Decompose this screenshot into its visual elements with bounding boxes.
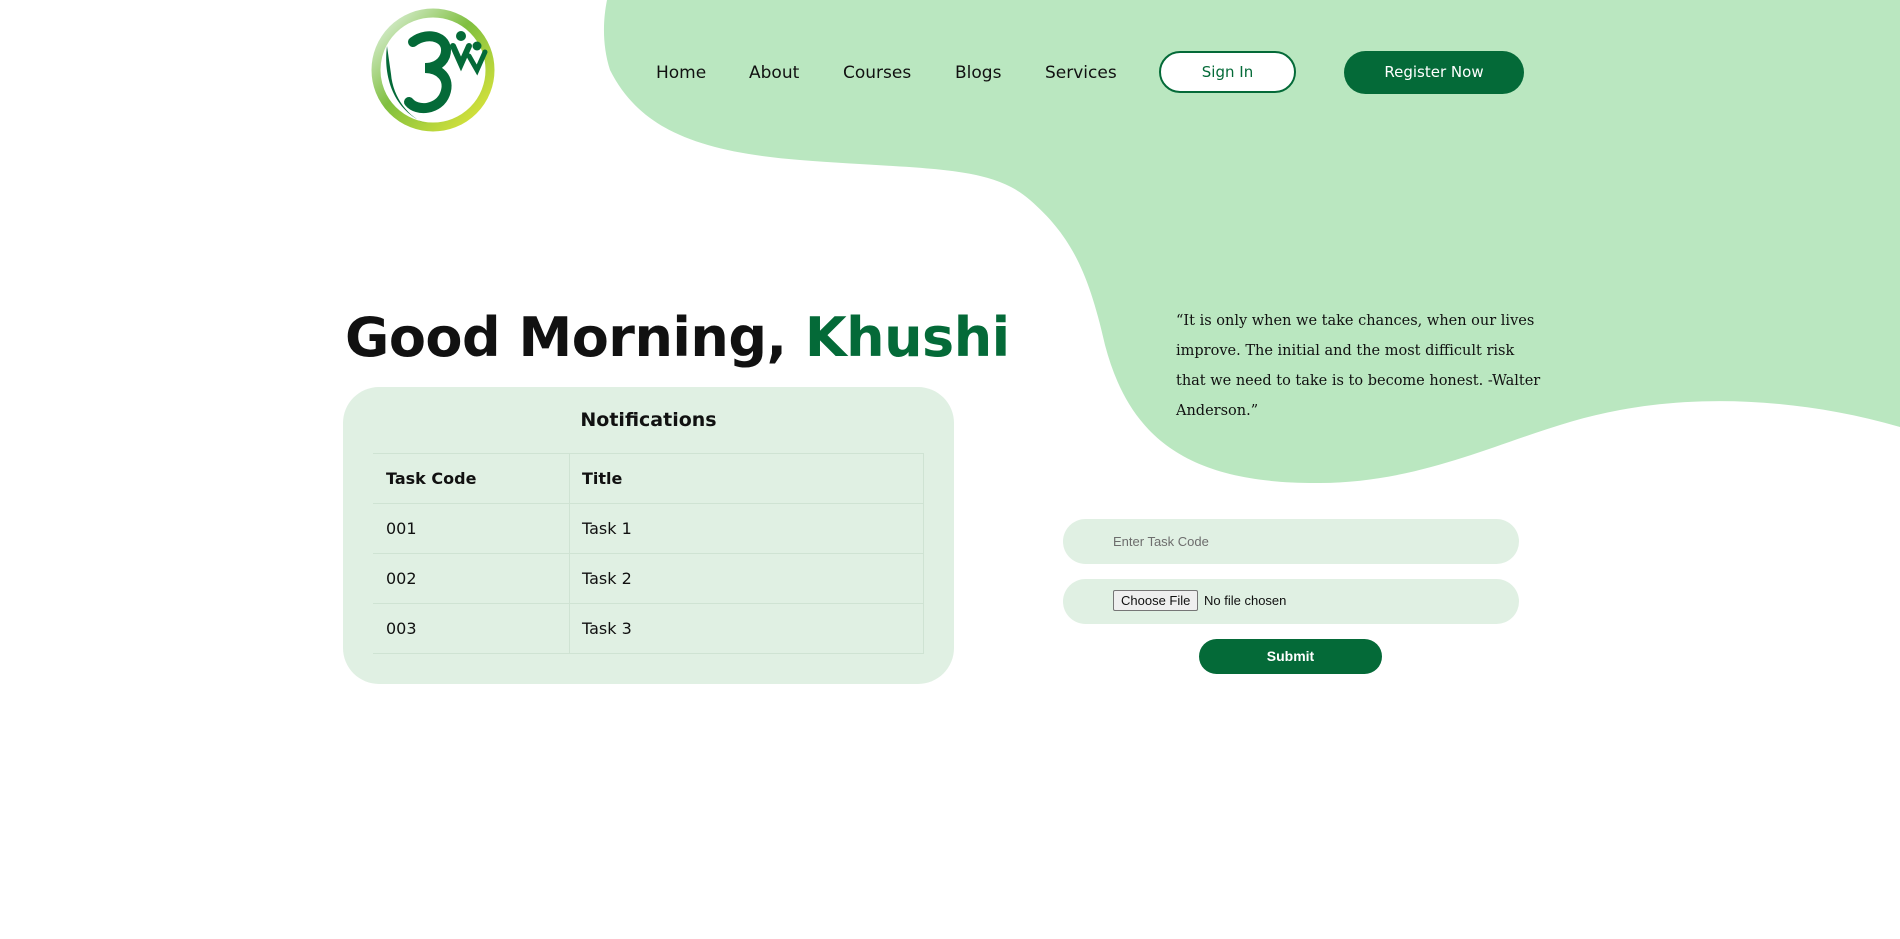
nav-link-blogs[interactable]: Blogs — [955, 51, 1001, 95]
greeting-prefix: Good Morning, — [345, 306, 787, 369]
column-header-task-code: Task Code — [373, 453, 570, 504]
motivational-quote: “It is only when we take chances, when o… — [1176, 313, 1541, 419]
task-title-cell: Task 1 — [569, 503, 924, 554]
task-title-cell: Task 3 — [569, 603, 924, 654]
greeting-user-name: Khushi — [804, 306, 1010, 369]
notifications-card: Notifications Task Code Title 001 Task 1… — [343, 387, 954, 684]
submit-button[interactable]: Submit — [1199, 639, 1382, 674]
nav-link-about[interactable]: About — [749, 51, 799, 95]
choose-file-button[interactable]: Choose File — [1113, 590, 1199, 611]
task-code-input[interactable] — [1063, 519, 1519, 564]
table-row: 001 Task 1 — [373, 503, 924, 554]
page: Home About Courses Blogs Services Sign I… — [0, 0, 1900, 939]
task-code-cell: 002 — [373, 553, 570, 604]
register-now-button[interactable]: Register Now — [1344, 51, 1524, 94]
om-logo-icon[interactable] — [369, 6, 501, 132]
table-header-row: Task Code Title — [373, 453, 924, 504]
column-header-title: Title — [569, 453, 924, 504]
task-code-cell: 001 — [373, 503, 570, 554]
file-status-text: No file chosen — [1204, 593, 1287, 608]
task-code-cell: 003 — [373, 603, 570, 654]
sign-in-button[interactable]: Sign In — [1159, 51, 1296, 93]
nav-link-home[interactable]: Home — [656, 51, 706, 95]
greeting-heading: Good Morning, Khushi — [345, 306, 1010, 369]
nav-link-courses[interactable]: Courses — [843, 51, 911, 95]
task-title-cell: Task 2 — [569, 553, 924, 604]
file-upload-field: Choose File No file chosen — [1063, 579, 1519, 624]
notifications-table: Task Code Title 001 Task 1 002 Task 2 00… — [373, 453, 924, 654]
notifications-title: Notifications — [580, 409, 717, 431]
table-row: 002 Task 2 — [373, 553, 924, 604]
nav-link-services[interactable]: Services — [1045, 51, 1117, 95]
table-row: 003 Task 3 — [373, 603, 924, 654]
